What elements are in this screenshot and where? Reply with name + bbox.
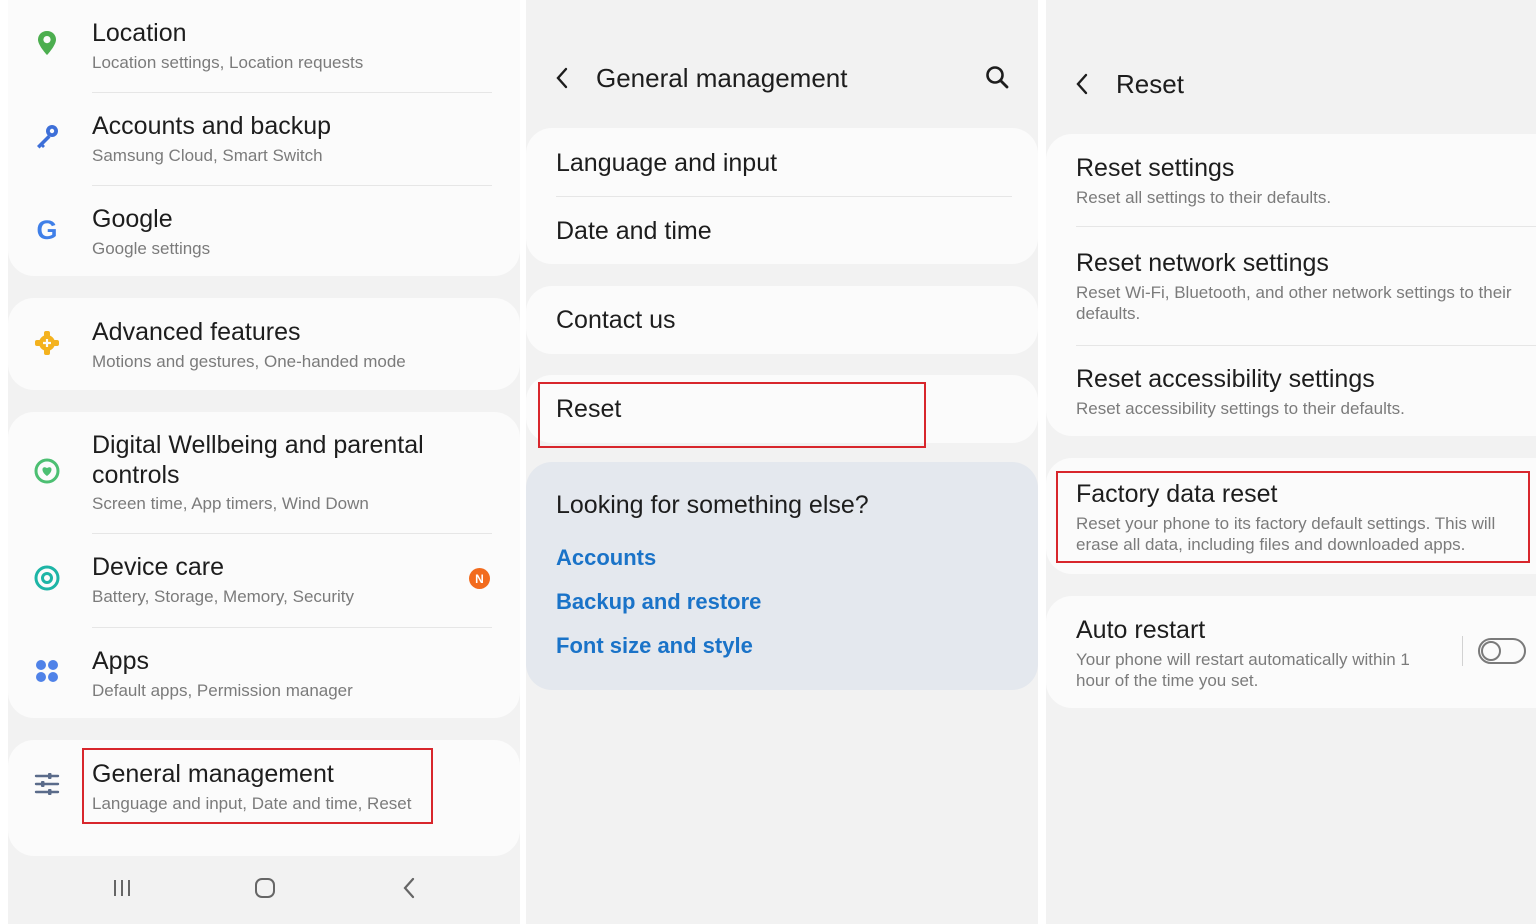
item-title: Google (92, 205, 173, 233)
nav-recents-button[interactable] (110, 876, 134, 900)
reset-panel: Reset Reset settings Reset all settings … (1046, 0, 1536, 924)
recents-icon (114, 880, 130, 896)
back-button[interactable] (1074, 70, 1098, 98)
divider (92, 92, 492, 93)
apps-grid-icon (32, 656, 62, 686)
link-backup-restore[interactable]: Backup and restore (556, 589, 761, 615)
highlight-box (1056, 471, 1530, 563)
item-title: Device care (92, 553, 224, 581)
toggle-knob (1481, 641, 1501, 661)
sliders-icon (32, 769, 62, 799)
wellbeing-icon (32, 456, 62, 486)
back-arrow-icon (556, 67, 568, 89)
device-care-icon (32, 563, 62, 593)
item-subtitle: Location settings, Location requests (92, 53, 364, 72)
search-icon (986, 66, 1009, 89)
divider (556, 196, 1012, 197)
item-subtitle: Battery, Storage, Memory, Security (92, 587, 355, 606)
back-arrow-icon (1076, 73, 1088, 95)
item-title: Apps (92, 647, 149, 675)
divider (1076, 345, 1536, 346)
item-title: Auto restart (1076, 616, 1206, 644)
link-accounts[interactable]: Accounts (556, 545, 656, 571)
suggestions-title: Looking for something else? (556, 491, 869, 519)
divider (92, 185, 492, 186)
location-pin-icon (32, 28, 62, 58)
item-title: Digital Wellbeing and parental controls (92, 431, 424, 489)
home-icon (255, 878, 275, 898)
item-title: Reset network settings (1076, 249, 1329, 277)
item-title: Date and time (556, 217, 712, 245)
link-font-size-style[interactable]: Font size and style (556, 633, 753, 659)
item-title: Contact us (556, 306, 676, 334)
divider (92, 533, 492, 534)
key-icon (32, 121, 62, 151)
item-subtitle: Google settings (92, 239, 211, 258)
gear-plus-icon (32, 328, 62, 358)
item-title: Reset settings (1076, 154, 1235, 182)
item-subtitle: Reset all settings to their defaults. (1076, 188, 1332, 207)
nav-home-button[interactable] (253, 876, 277, 900)
search-button[interactable] (984, 64, 1012, 92)
nav-back-button[interactable] (397, 876, 421, 900)
page-title: Reset (1116, 69, 1184, 99)
item-title: Reset accessibility settings (1076, 365, 1375, 393)
item-subtitle: Reset accessibility settings to their de… (1076, 399, 1405, 418)
google-icon: G (36, 214, 58, 245)
item-subtitle: Your phone will restart automatically wi… (1076, 650, 1410, 690)
highlight-box (82, 748, 433, 824)
auto-restart-toggle[interactable] (1478, 638, 1526, 664)
settings-panel: Location Location settings, Location req… (8, 0, 520, 924)
divider (92, 627, 492, 628)
page-title: General management (596, 63, 848, 93)
item-title: Advanced features (92, 318, 301, 346)
item-subtitle: Motions and gestures, One-handed mode (92, 352, 406, 371)
item-subtitle: Samsung Cloud, Smart Switch (92, 146, 323, 165)
back-icon (403, 877, 415, 899)
item-title: Language and input (556, 149, 778, 177)
highlight-box (538, 382, 926, 448)
item-subtitle: Reset Wi-Fi, Bluetooth, and other networ… (1076, 283, 1512, 323)
divider (1076, 226, 1536, 227)
item-title: Location (92, 19, 187, 47)
vertical-divider (1462, 636, 1463, 666)
item-subtitle: Screen time, App timers, Wind Down (92, 494, 369, 513)
item-title: Accounts and backup (92, 112, 332, 140)
item-subtitle: Default apps, Permission manager (92, 681, 353, 700)
notification-badge: N (469, 568, 490, 589)
back-button[interactable] (554, 64, 578, 92)
general-management-panel: General management Language and input Da… (526, 0, 1038, 924)
